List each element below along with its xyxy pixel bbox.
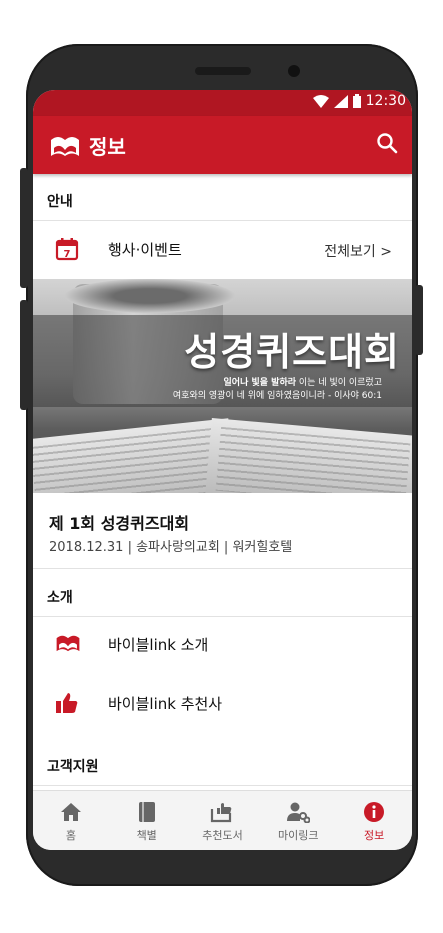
section-title: 고객지원 — [47, 759, 99, 775]
bottom-tab-bar: 홈 책별 추천도서 마이링크 정보 — [33, 790, 412, 850]
page-title: 정보 — [89, 135, 126, 159]
status-bar: 12:30 — [33, 90, 412, 116]
tab-label: 정보 — [363, 829, 385, 842]
tab-label: 마이링크 — [278, 829, 319, 842]
wifi-icon — [312, 94, 329, 108]
section-title: 소개 — [47, 590, 73, 606]
tab-label: 책별 — [136, 829, 157, 842]
intro-item-label: 바이블link 소개 — [108, 636, 209, 654]
battery-icon — [352, 94, 361, 108]
event-banner-image[interactable]: 성경퀴즈대회 일어나 빛을 발하라 이는 네 빛이 이르렀고 여호와의 영광이 … — [33, 279, 412, 493]
banner-verse-bold: 일어나 빛을 발하라 — [223, 378, 297, 388]
view-all-link[interactable]: 전체보기 > — [324, 241, 392, 261]
thumbs-up-icon — [56, 693, 78, 713]
intro-item-recommendation[interactable]: 바이블link 추천사 — [33, 675, 412, 733]
tab-info[interactable]: 정보 — [336, 791, 412, 850]
info-icon — [364, 802, 385, 822]
banner-verse: 일어나 빛을 발하라 이는 네 빛이 이르렀고 — [224, 375, 382, 388]
section-title: 안내 — [47, 194, 73, 210]
banner-cup-graphic — [65, 279, 235, 313]
phone-speaker — [195, 67, 251, 75]
calendar-day: 7 — [64, 249, 71, 260]
my-link-icon — [287, 802, 311, 823]
app-logo-icon — [51, 137, 79, 156]
section-header-guide: 안내 — [33, 176, 412, 221]
phone-side-button — [20, 168, 28, 288]
divider — [33, 568, 412, 569]
calendar-icon: 7 — [55, 238, 79, 261]
events-row[interactable]: 7 행사·이벤트 전체보기 > — [33, 221, 412, 279]
book-logo-icon — [56, 635, 80, 652]
banner-title: 성경퀴즈대회 — [184, 330, 400, 374]
tab-label: 추천도서 — [202, 829, 243, 842]
tab-recommended-books[interactable]: 추천도서 — [185, 791, 261, 850]
tab-my-link[interactable]: 마이링크 — [260, 791, 336, 850]
tab-home[interactable]: 홈 — [33, 791, 109, 850]
recommend-books-icon — [211, 803, 232, 823]
screen: 12:30 정보 안내 7 행사·이벤트 전체보기 > 성경퀴즈대회 일어나 빛… — [33, 90, 412, 850]
status-time: 12:30 — [365, 93, 406, 109]
banner-verse-rest: 이는 네 빛이 이르렀고 — [296, 378, 382, 388]
section-header-intro: 소개 — [33, 572, 412, 617]
phone-camera — [288, 65, 300, 77]
section-header-support: 고객지원 — [33, 741, 412, 786]
search-icon[interactable] — [376, 132, 398, 154]
intro-item-about[interactable]: 바이블link 소개 — [33, 616, 412, 674]
event-meta: 2018.12.31 | 송파사랑의교회 | 워커힐호텔 — [49, 540, 293, 555]
book-icon — [138, 802, 155, 822]
signal-icon — [333, 94, 348, 108]
phone-side-button — [20, 300, 28, 410]
tab-label: 홈 — [65, 829, 76, 842]
event-title[interactable]: 제 1회 성경퀴즈대회 — [49, 510, 189, 534]
tab-books[interactable]: 책별 — [109, 791, 185, 850]
intro-item-label: 바이블link 추천사 — [108, 695, 223, 713]
banner-verse-line2: 여호와의 영광이 네 위에 임하였음이니라 - 이사야 60:1 — [172, 391, 382, 401]
home-icon — [60, 803, 81, 821]
app-bar: 정보 — [33, 116, 412, 174]
banner-book-graphic — [204, 418, 412, 493]
phone-side-button — [415, 285, 423, 355]
events-label: 행사·이벤트 — [108, 241, 182, 259]
